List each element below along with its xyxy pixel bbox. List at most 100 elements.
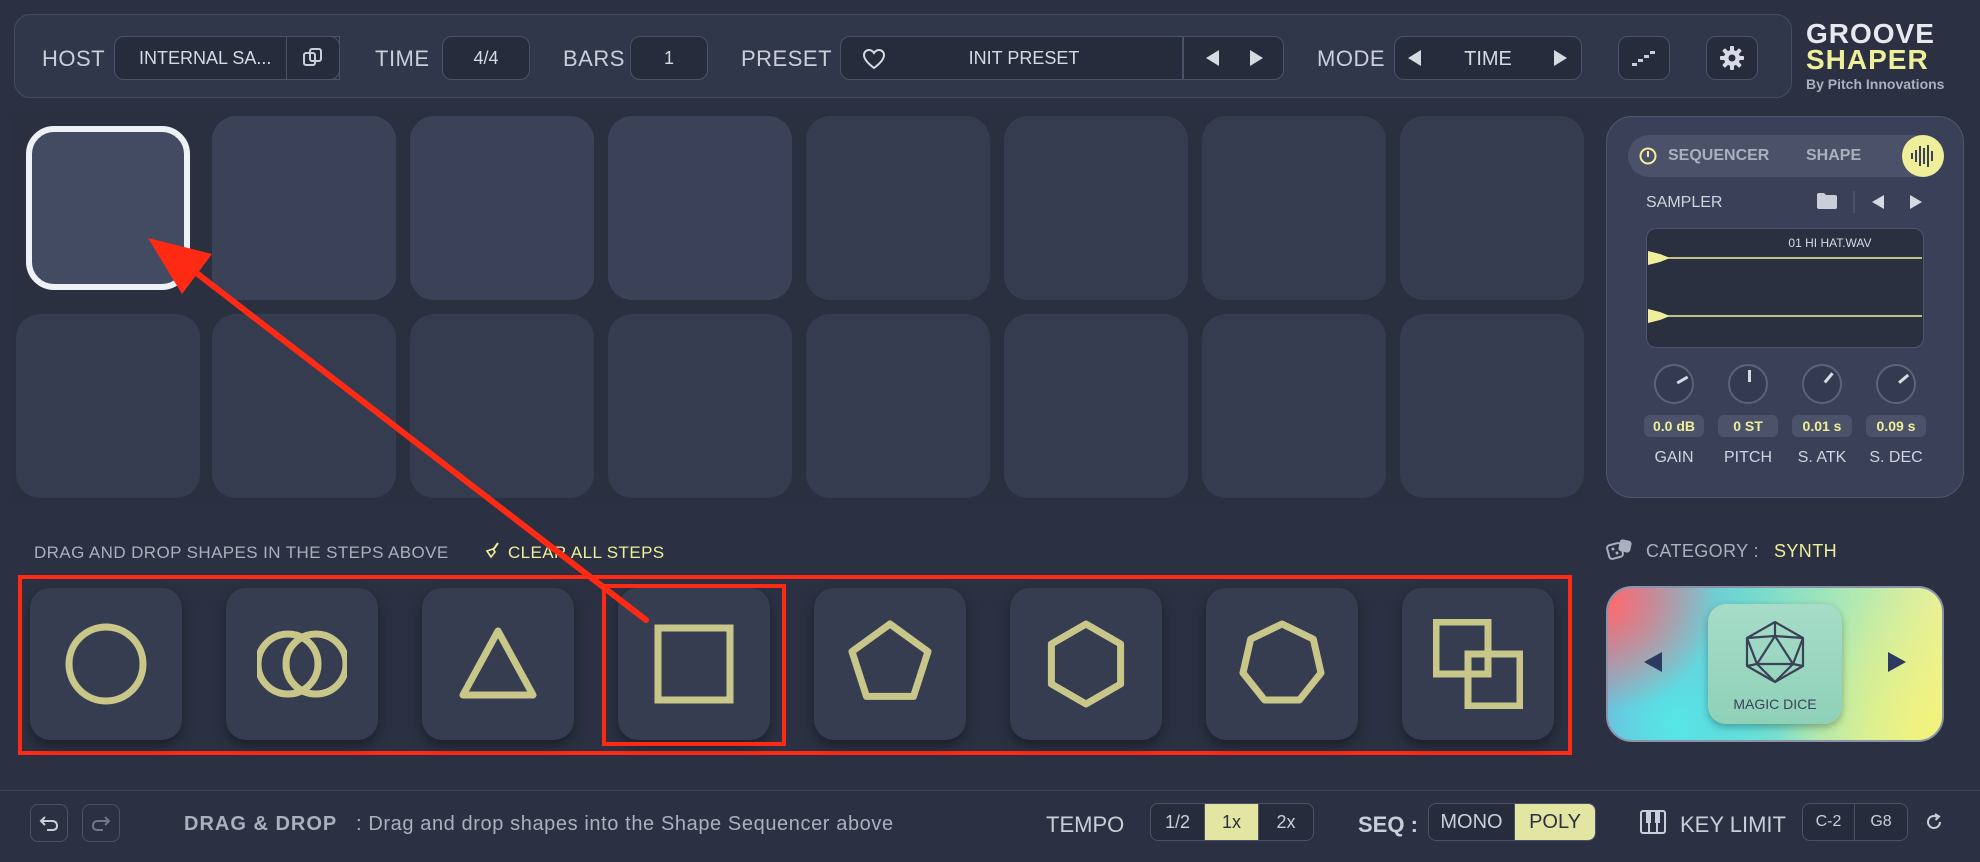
- preset-next-icon[interactable]: [1250, 50, 1263, 66]
- host-label: HOST: [42, 46, 106, 71]
- undo-button[interactable]: [30, 804, 68, 842]
- mode-next-icon[interactable]: [1554, 50, 1567, 66]
- sequencer-step-4[interactable]: [608, 116, 792, 300]
- knob-indicator: [1897, 373, 1909, 384]
- favorite-button[interactable]: [862, 48, 886, 75]
- reset-key-limit-button[interactable]: [1924, 812, 1944, 837]
- shapes-hint: DRAG AND DROP SHAPES IN THE STEPS ABOVE: [34, 543, 449, 562]
- undo-icon: [39, 816, 59, 831]
- category-next-icon[interactable]: [1888, 652, 1906, 672]
- double-square-icon: [1433, 619, 1523, 709]
- key-limit-range: C-2 G8: [1802, 803, 1908, 841]
- copy-icon: [303, 48, 322, 66]
- tempo-1x-button[interactable]: 1x: [1205, 804, 1259, 840]
- category-prev-icon[interactable]: [1644, 652, 1662, 672]
- knob-s-atk[interactable]: [1802, 364, 1842, 404]
- knob-value[interactable]: 0 ST: [1718, 415, 1778, 437]
- key-high-select[interactable]: G8: [1855, 804, 1907, 840]
- time-signature-select[interactable]: 4/4: [442, 36, 530, 80]
- shape-tile-hexagon[interactable]: [1010, 588, 1162, 740]
- load-sample-button[interactable]: [1816, 192, 1838, 215]
- knob-s-dec[interactable]: [1876, 364, 1916, 404]
- knob-value[interactable]: 0.09 s: [1866, 415, 1926, 437]
- tab-shape[interactable]: SHAPE: [1806, 147, 1861, 165]
- shape-tile-heptagon[interactable]: [1206, 588, 1358, 740]
- knob-pitch[interactable]: [1728, 364, 1768, 404]
- sequencer-step-8[interactable]: [1400, 116, 1584, 300]
- sequencer-step-10[interactable]: [212, 314, 396, 498]
- sequencer-step-2[interactable]: [212, 116, 396, 300]
- sequencer-step-11[interactable]: [410, 314, 594, 498]
- sample-prev-icon[interactable]: [1872, 195, 1884, 209]
- magic-dice-label: MAGIC DICE: [1733, 696, 1817, 712]
- pentagon-icon: [848, 620, 932, 700]
- tempo-label: TEMPO: [1046, 812, 1125, 837]
- sampler-toggle-button[interactable]: [1902, 135, 1944, 177]
- knob-label: PITCH: [1724, 449, 1772, 466]
- mode-value: TIME: [1464, 48, 1512, 70]
- preset-name[interactable]: INIT PRESET: [904, 48, 1144, 69]
- shape-tile-triangle[interactable]: [422, 588, 574, 740]
- copy-host-button[interactable]: [286, 36, 340, 80]
- sequencer-step-7[interactable]: [1202, 116, 1386, 300]
- piano-icon: [1640, 810, 1666, 839]
- dice-icon: [1606, 538, 1636, 567]
- time-label: TIME: [375, 46, 430, 71]
- quantize-button[interactable]: [1618, 36, 1670, 80]
- sequencer-step-9[interactable]: [16, 314, 200, 498]
- knob-gain[interactable]: [1654, 364, 1694, 404]
- category-label: CATEGORY :: [1646, 541, 1760, 561]
- tempo-half-button[interactable]: 1/2: [1151, 804, 1205, 840]
- sample-next-icon[interactable]: [1910, 195, 1922, 209]
- seq-poly-button[interactable]: POLY: [1515, 804, 1595, 840]
- shape-tile-circle[interactable]: [30, 588, 182, 740]
- hint-text: : Drag and drop shapes into the Shape Se…: [356, 813, 894, 835]
- tempo-selector: 1/2 1x 2x: [1150, 803, 1314, 841]
- knob-value[interactable]: 0.01 s: [1792, 415, 1852, 437]
- mode-label: MODE: [1317, 46, 1385, 71]
- sequencer-step-14[interactable]: [1004, 314, 1188, 498]
- folder-icon: [1817, 193, 1837, 209]
- annotation-square-highlight: [602, 584, 786, 746]
- redo-button[interactable]: [82, 804, 120, 842]
- broom-icon: [484, 541, 502, 564]
- triangle-icon: [459, 627, 537, 699]
- shape-tile-pentagon[interactable]: [814, 588, 966, 740]
- tempo-2x-button[interactable]: 2x: [1259, 804, 1313, 840]
- knob-value[interactable]: 0.0 dB: [1644, 415, 1704, 437]
- sequencer-step-15[interactable]: [1202, 314, 1386, 498]
- steps-icon: [1632, 51, 1655, 66]
- sequencer-step-3[interactable]: [410, 116, 594, 300]
- bars-select[interactable]: 1: [630, 36, 708, 80]
- settings-button[interactable]: [1706, 36, 1758, 80]
- knob-label: S. ATK: [1797, 449, 1847, 466]
- sequencer-step-16[interactable]: [1400, 314, 1584, 498]
- clear-all-steps-button[interactable]: CLEAR ALL STEPS: [508, 543, 665, 563]
- shape-tile-double-circle[interactable]: [226, 588, 378, 740]
- sampler-divider: [1853, 191, 1855, 213]
- knob-indicator: [1675, 375, 1688, 385]
- power-icon[interactable]: [1638, 146, 1658, 171]
- sequencer-step-6[interactable]: [1004, 116, 1188, 300]
- sampler-label: SAMPLER: [1646, 194, 1723, 211]
- seq-mono-button[interactable]: MONO: [1429, 804, 1515, 840]
- sequencer-step-5[interactable]: [806, 116, 990, 300]
- sequencer-step-12[interactable]: [608, 314, 792, 498]
- shape-tile-double-square[interactable]: [1402, 588, 1554, 740]
- knob-indicator: [1747, 370, 1751, 382]
- hint-title: DRAG & DROP: [184, 813, 338, 835]
- preset-prev-icon[interactable]: [1206, 50, 1219, 66]
- waveform-icon: [1911, 145, 1933, 167]
- tab-sequencer[interactable]: SEQUENCER: [1668, 147, 1769, 165]
- d20-icon: [1745, 620, 1805, 684]
- category-value[interactable]: SYNTH: [1774, 541, 1837, 562]
- redo-icon: [91, 816, 111, 831]
- double-circle-icon: [257, 630, 347, 698]
- heptagon-icon: [1239, 620, 1325, 704]
- key-low-select[interactable]: C-2: [1803, 804, 1855, 840]
- mode-prev-icon[interactable]: [1408, 50, 1421, 66]
- sequencer-step-1[interactable]: [26, 126, 190, 290]
- seq-mode-selector: MONO POLY: [1428, 803, 1596, 841]
- waveform-display: [1648, 251, 1922, 323]
- sequencer-step-13[interactable]: [806, 314, 990, 498]
